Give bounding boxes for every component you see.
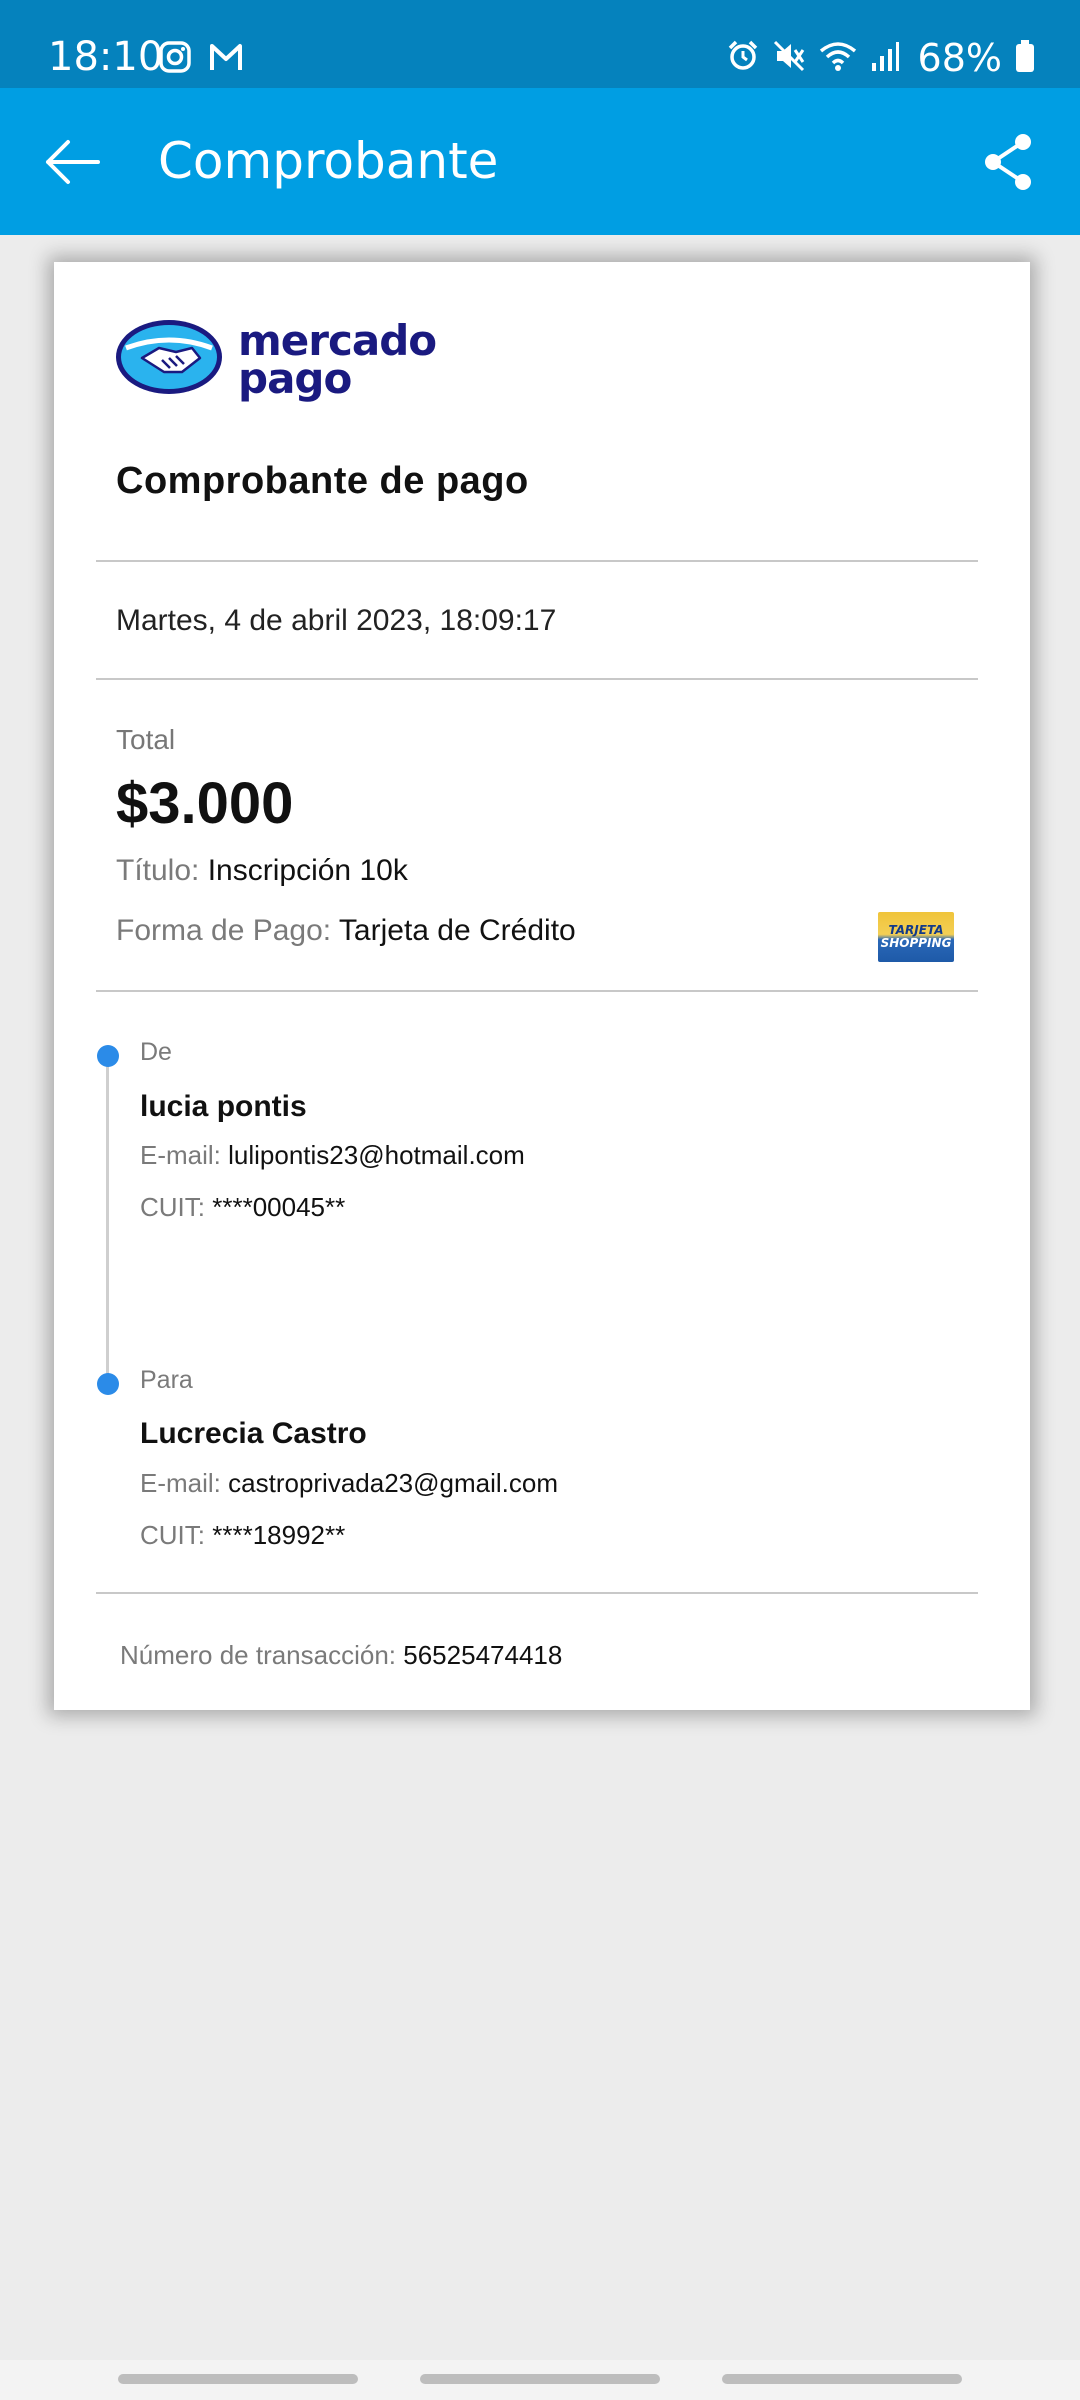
mute-icon bbox=[772, 39, 806, 78]
divider bbox=[96, 990, 978, 992]
to-email: E-mail: castroprivada23@gmail.com bbox=[140, 1468, 558, 1499]
share-icon bbox=[981, 132, 1035, 197]
status-left-icons bbox=[158, 40, 244, 79]
back-button[interactable] bbox=[36, 128, 108, 200]
to-cuit-label: CUIT: bbox=[140, 1520, 205, 1550]
to-email-value: castroprivada23@gmail.com bbox=[228, 1468, 559, 1498]
battery-percent: 68% bbox=[917, 36, 1002, 80]
from-label: De bbox=[140, 1038, 172, 1066]
forma-de-pago-value: Tarjeta de Crédito bbox=[338, 914, 576, 947]
titulo-label: Título: bbox=[116, 854, 200, 887]
divider bbox=[96, 678, 978, 680]
status-bar: 18:10 68% bbox=[0, 0, 1080, 88]
payment-date: Martes, 4 de abril 2023, 18:09:17 bbox=[116, 604, 557, 637]
to-cuit-value: ****18992** bbox=[212, 1520, 346, 1550]
status-time: 18:10 bbox=[48, 34, 164, 80]
divider bbox=[96, 560, 978, 562]
nav-back-handle[interactable] bbox=[722, 2374, 962, 2384]
from-cuit-label: CUIT: bbox=[140, 1192, 205, 1222]
from-cuit-value: ****00045** bbox=[212, 1192, 346, 1222]
receipt-title: Comprobante de pago bbox=[116, 460, 529, 502]
transaction-label: Número de transacción: bbox=[120, 1640, 397, 1670]
from-email: E-mail: lulipontis23@hotmail.com bbox=[140, 1140, 525, 1171]
timeline-dot-to bbox=[97, 1373, 119, 1395]
forma-de-pago-row: Forma de Pago: Tarjeta de Crédito bbox=[116, 914, 576, 948]
from-cuit: CUIT: ****00045** bbox=[140, 1192, 345, 1223]
receipt-card: mercado pago Comprobante de pago Martes,… bbox=[54, 262, 1030, 1710]
from-email-label: E-mail: bbox=[140, 1140, 221, 1170]
instagram-icon bbox=[158, 40, 192, 79]
transaction-value: 56525474418 bbox=[403, 1640, 563, 1670]
mercado-pago-logo: mercado pago bbox=[114, 318, 437, 403]
page-title: Comprobante bbox=[158, 132, 499, 190]
logo-text: mercado pago bbox=[238, 319, 437, 403]
status-right-icons: 68% bbox=[726, 36, 1036, 80]
to-cuit: CUIT: ****18992** bbox=[140, 1520, 345, 1551]
gmail-icon bbox=[208, 40, 244, 79]
divider bbox=[96, 1592, 978, 1594]
transaction-number: Número de transacción: 56525474418 bbox=[120, 1640, 562, 1671]
share-button[interactable] bbox=[972, 128, 1044, 200]
nav-home-handle[interactable] bbox=[420, 2374, 660, 2384]
to-label: Para bbox=[140, 1366, 193, 1394]
total-amount: $3.000 bbox=[116, 771, 294, 836]
to-name: Lucrecia Castro bbox=[140, 1417, 367, 1450]
total-label: Total bbox=[116, 724, 176, 755]
timeline-dot-from bbox=[97, 1045, 119, 1067]
to-email-label: E-mail: bbox=[140, 1468, 221, 1498]
signal-icon bbox=[870, 39, 900, 78]
titulo-row: Título: Inscripción 10k bbox=[116, 854, 408, 888]
nav-recents-handle[interactable] bbox=[118, 2374, 358, 2384]
titulo-value: Inscripción 10k bbox=[207, 854, 408, 887]
tarjeta-shopping-card-icon: TARJETA SHOPPING bbox=[878, 912, 954, 962]
card-brand-line2: SHOPPING bbox=[880, 936, 952, 950]
forma-de-pago-label: Forma de Pago: bbox=[116, 914, 332, 947]
from-name: lucia pontis bbox=[140, 1090, 307, 1123]
battery-icon bbox=[1014, 39, 1036, 78]
system-nav-bar bbox=[0, 2360, 1080, 2400]
handshake-logo-icon bbox=[114, 318, 224, 401]
arrow-left-icon bbox=[42, 137, 102, 192]
wifi-icon bbox=[818, 39, 858, 78]
timeline-line bbox=[106, 1056, 109, 1386]
from-email-value: lulipontis23@hotmail.com bbox=[228, 1140, 525, 1170]
alarm-icon bbox=[726, 39, 760, 78]
logo-word-pago: pago bbox=[238, 353, 352, 403]
app-bar: Comprobante bbox=[0, 88, 1080, 235]
